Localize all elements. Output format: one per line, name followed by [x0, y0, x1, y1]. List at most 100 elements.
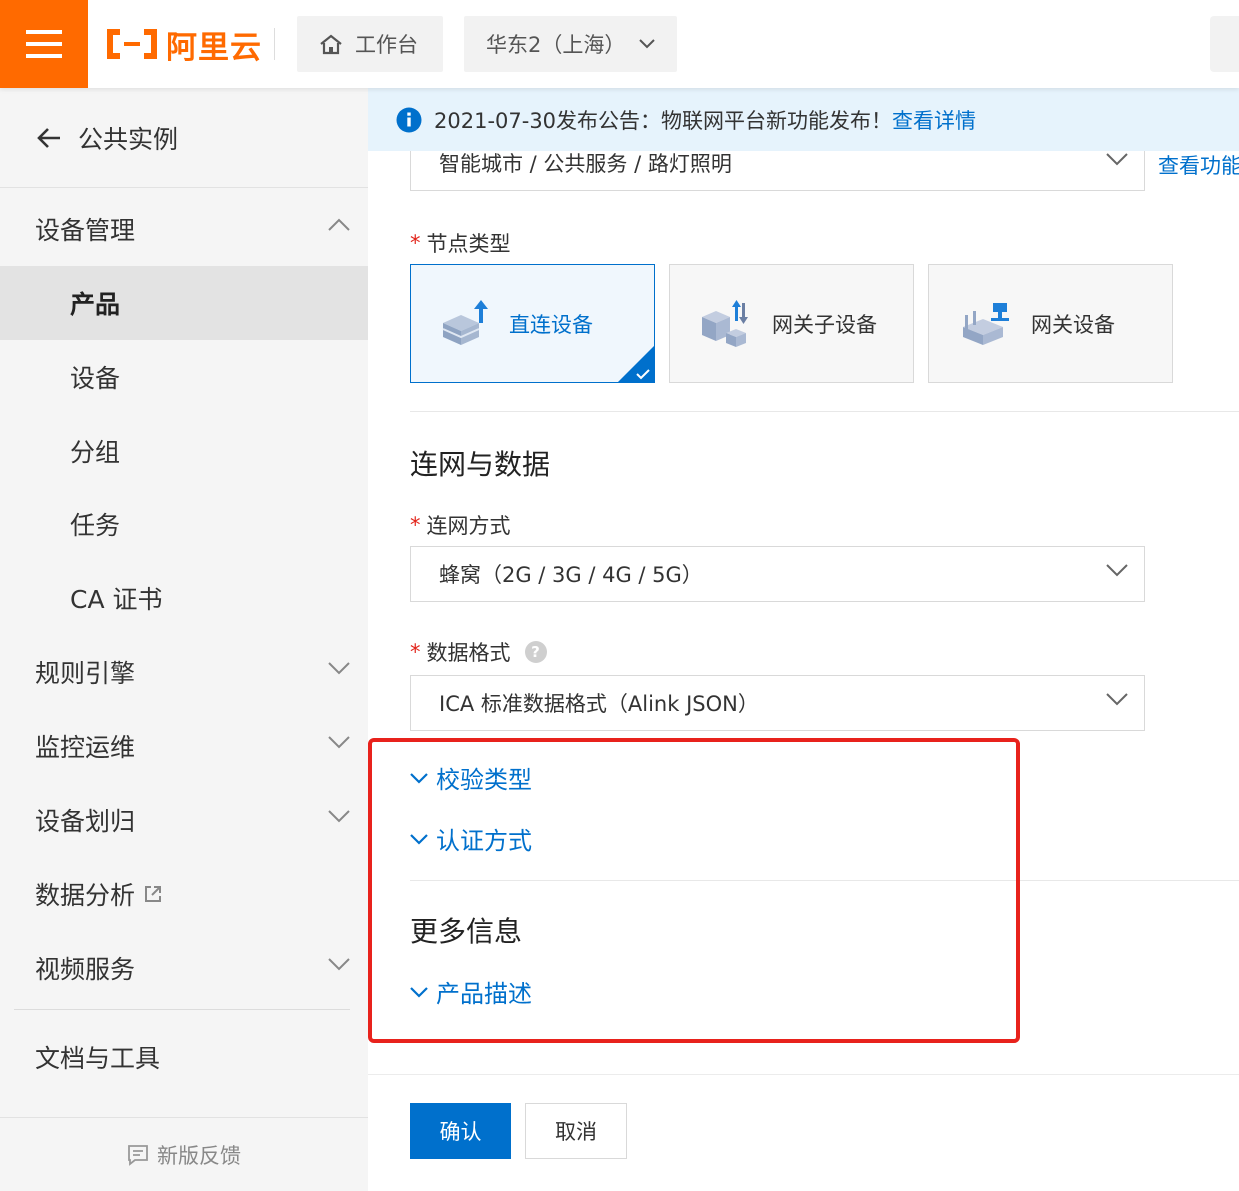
menu-icon-line: [26, 30, 62, 34]
region-label: 华东2（上海）: [486, 33, 626, 57]
sidebar-docs-tools[interactable]: 文档与工具: [0, 1020, 368, 1094]
chevron-down-icon: [1106, 564, 1128, 577]
chevron-down-icon: [328, 736, 350, 749]
sidebar-group-device-management[interactable]: 设备管理: [0, 192, 368, 266]
sidebar-item-label: 分组: [70, 438, 121, 467]
node-type-label: * 节点类型: [410, 228, 511, 258]
sidebar-group-data-analysis[interactable]: 数据分析: [0, 857, 368, 931]
more-info-title: 更多信息: [410, 915, 523, 948]
sidebar-item-group[interactable]: 分组: [0, 414, 368, 488]
notice-detail-link[interactable]: 查看详情: [892, 105, 976, 135]
sidebar-item-label: 产品: [70, 290, 121, 319]
verify-type-label: 校验类型: [436, 766, 532, 794]
workbench-button[interactable]: 工作台: [297, 16, 443, 72]
sidebar-group-video[interactable]: 视频服务: [0, 931, 368, 1005]
search-button[interactable]: [1210, 16, 1239, 72]
view-features-link[interactable]: 查看功能: [1158, 150, 1239, 180]
data-format-select[interactable]: ICA 标准数据格式（Alink JSON）: [410, 675, 1145, 731]
notice-banner: 2021-07-30发布公告：物联网平台新功能发布！ 查看详情: [368, 88, 1239, 151]
chevron-down-icon: [1106, 153, 1128, 166]
chevron-down-icon: [639, 39, 656, 49]
sidebar-item-task[interactable]: 任务: [0, 487, 368, 561]
brand-name: 阿里云: [166, 29, 262, 66]
arrow-left-icon: [37, 127, 60, 148]
section-divider: [410, 880, 1239, 881]
top-bar: 阿里云 工作台 华东2（上海）: [0, 0, 1239, 88]
node-type-label: 直连设备: [509, 312, 593, 337]
top-divider: [274, 28, 275, 60]
network-method-value: 蜂窝（2G / 3G / 4G / 5G）: [439, 563, 703, 587]
back-to-instance[interactable]: 公共实例: [0, 88, 368, 188]
required-mark: *: [410, 513, 421, 537]
sidebar-divider: [14, 1009, 350, 1010]
sidebar-group-label: 监控运维: [35, 733, 136, 762]
chevron-down-icon: [410, 986, 428, 998]
chevron-down-icon: [1106, 693, 1128, 706]
verify-type-expander[interactable]: 校验类型: [410, 760, 532, 795]
auth-method-label: 认证方式: [436, 827, 532, 855]
sidebar-group-monitoring[interactable]: 监控运维: [0, 709, 368, 783]
node-type-label: 网关子设备: [772, 312, 877, 337]
node-type-label: 网关设备: [1031, 312, 1115, 337]
chevron-down-icon: [410, 833, 428, 845]
chevron-down-icon: [328, 958, 350, 971]
data-format-value: ICA 标准数据格式（Alink JSON）: [439, 692, 759, 716]
menu-icon-line: [26, 42, 62, 46]
node-type-gateway[interactable]: 网关设备: [928, 264, 1173, 383]
network-method-label: * 连网方式: [410, 510, 511, 540]
node-type-label-text: 节点类型: [426, 232, 511, 256]
confirm-button[interactable]: 确认: [410, 1103, 511, 1159]
menu-icon-line: [26, 54, 62, 58]
category-value: 智能城市 / 公共服务 / 路灯照明: [439, 152, 732, 176]
data-format-label-text: 数据格式: [426, 641, 511, 665]
main-content: 2021-07-30发布公告：物联网平台新功能发布！ 查看详情 智能城市 / 公…: [368, 88, 1239, 1191]
network-section-title: 连网与数据: [410, 448, 551, 481]
sidebar-item-product[interactable]: 产品: [0, 266, 368, 340]
region-selector[interactable]: 华东2（上海）: [464, 16, 677, 72]
sidebar-group-label: 数据分析: [35, 881, 136, 910]
workbench-label: 工作台: [355, 33, 418, 57]
sidebar-item-label: CA 证书: [70, 585, 163, 614]
direct-device-icon: [442, 299, 488, 345]
sidebar: 公共实例 设备管理 产品 设备 分组 任务 CA 证书 规则引擎 监控运维 设备…: [0, 88, 368, 1191]
chevron-down-icon: [328, 662, 350, 675]
sidebar-group-label: 文档与工具: [35, 1044, 161, 1073]
help-icon[interactable]: ?: [524, 641, 547, 663]
back-label: 公共实例: [78, 124, 179, 154]
chevron-down-icon: [328, 810, 350, 823]
external-link-icon: [145, 886, 162, 902]
gateway-sub-device-icon: [702, 299, 748, 347]
product-desc-expander[interactable]: 产品描述: [410, 974, 532, 1009]
cancel-button[interactable]: 取消: [525, 1103, 627, 1159]
sidebar-item-ca-cert[interactable]: CA 证书: [0, 561, 368, 635]
sidebar-group-label: 设备划归: [35, 807, 136, 836]
menu-button[interactable]: [0, 0, 88, 88]
sidebar-group-label: 视频服务: [35, 955, 136, 984]
feedback-label: 新版反馈: [157, 1143, 241, 1168]
aliyun-logo-icon: [107, 29, 157, 59]
aliyun-logo[interactable]: 阿里云: [106, 22, 262, 66]
notice-text: 2021-07-30发布公告：物联网平台新功能发布！: [434, 108, 893, 133]
required-mark: *: [410, 231, 421, 255]
data-format-label: * 数据格式 ?: [410, 637, 547, 667]
network-method-label-text: 连网方式: [426, 514, 511, 538]
section-divider: [410, 411, 1239, 412]
product-desc-label: 产品描述: [436, 980, 532, 1008]
sidebar-group-label: 规则引擎: [35, 659, 136, 688]
sidebar-group-device-assign[interactable]: 设备划归: [0, 783, 368, 857]
auth-method-expander[interactable]: 认证方式: [410, 821, 532, 856]
node-type-gateway-sub[interactable]: 网关子设备: [669, 264, 914, 383]
gateway-device-icon: [963, 302, 1009, 345]
node-type-direct[interactable]: 直连设备: [410, 264, 655, 383]
sidebar-item-label: 设备: [70, 364, 121, 393]
check-icon: [636, 369, 650, 380]
chevron-down-icon: [410, 772, 428, 784]
required-mark: *: [410, 640, 421, 664]
sidebar-item-device[interactable]: 设备: [0, 340, 368, 414]
network-method-select[interactable]: 蜂窝（2G / 3G / 4G / 5G）: [410, 546, 1145, 602]
sidebar-group-label: 设备管理: [35, 216, 136, 245]
feedback-button[interactable]: 新版反馈: [0, 1117, 368, 1191]
home-icon: [320, 34, 342, 55]
sidebar-group-rule-engine[interactable]: 规则引擎: [0, 635, 368, 709]
feedback-icon: [128, 1144, 148, 1166]
